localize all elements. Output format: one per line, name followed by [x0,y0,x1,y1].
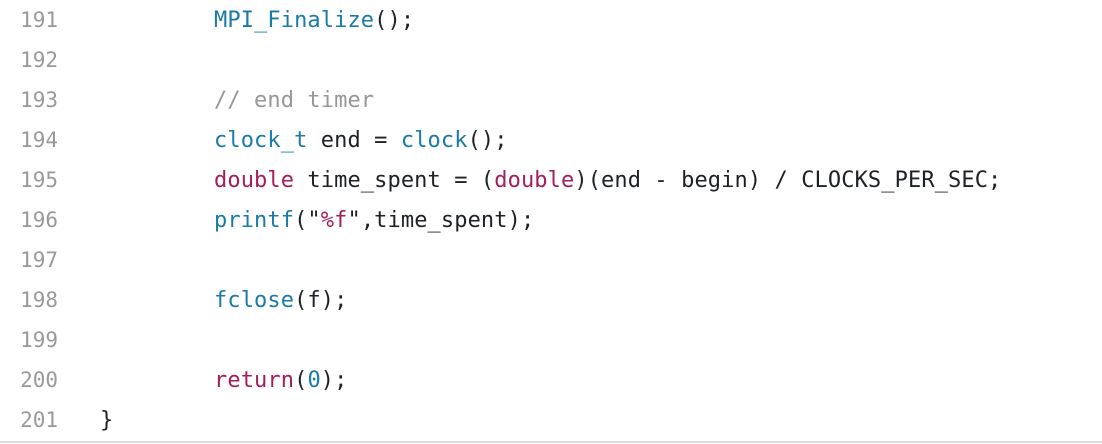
line-number[interactable]: 200 [0,368,58,392]
code-token-plain: time_spent = ( [294,167,495,193]
code-line: 196 printf("%f",time_spent); [0,200,1102,240]
line-code: MPI_Finalize(); [214,8,414,33]
line-code: double time_spent = (double)(end - begin… [214,168,1001,193]
line-number[interactable]: 195 [0,168,58,192]
code-token-fn: clock [400,127,468,153]
code-token-plain: ",time_spent); [347,207,535,233]
code-line: 193 // end timer [0,80,1102,120]
code-token-cm: // end timer [214,87,375,113]
code-line: 200 return(0); [0,360,1102,400]
code-token-plain: (); [467,127,508,153]
line-number[interactable]: 198 [0,288,58,312]
code-line: 198 fclose(f); [0,280,1102,320]
code-token-fmt: %f [320,207,348,233]
code-token-kw: double [494,167,575,193]
code-line: 197 [0,240,1102,280]
code-token-plain: (f); [294,287,348,313]
code-token-fn: MPI_Finalize [214,7,375,33]
code-token-plain: ( [294,367,308,393]
line-number[interactable]: 191 [0,8,58,32]
code-token-plain: } [100,407,114,433]
code-view-bottom-border [0,441,1102,443]
line-number[interactable]: 194 [0,128,58,152]
code-token-num: 0 [307,367,321,393]
code-line: 195 double time_spent = (double)(end - be… [0,160,1102,200]
code-token-type: clock_t [214,127,308,153]
code-token-fn: fclose [214,287,295,313]
code-line: 192 [0,40,1102,80]
line-code: // end timer [214,88,374,113]
line-number[interactable]: 192 [0,48,58,72]
code-line: 191 MPI_Finalize(); [0,0,1102,40]
line-number[interactable]: 197 [0,248,58,272]
code-line: 201} [0,400,1102,440]
code-view: 191 MPI_Finalize(); 192 193// end timer 194 c… [0,0,1102,443]
code-token-plain: ); [320,367,348,393]
code-token-plain: (" [294,207,321,233]
code-line: 199 [0,320,1102,360]
code-token-kw: return [214,367,295,393]
line-number[interactable]: 193 [0,88,58,112]
line-code: return(0); [214,368,348,393]
code-token-plain: end = [307,127,401,153]
code-token-plain: )(end - begin) / CLOCKS_PER_SEC; [574,167,1002,193]
line-number[interactable]: 199 [0,328,58,352]
line-code: printf("%f",time_spent); [214,208,534,233]
line-code: } [100,408,113,433]
line-number[interactable]: 196 [0,208,58,232]
code-line: 194 clock_t end = clock(); [0,120,1102,160]
code-token-kw: double [214,167,295,193]
line-number[interactable]: 201 [0,408,58,432]
code-token-fn: printf [214,207,295,233]
line-code: clock_t end = clock(); [214,128,508,153]
code-token-plain: (); [374,7,415,33]
line-code: fclose(f); [214,288,347,313]
